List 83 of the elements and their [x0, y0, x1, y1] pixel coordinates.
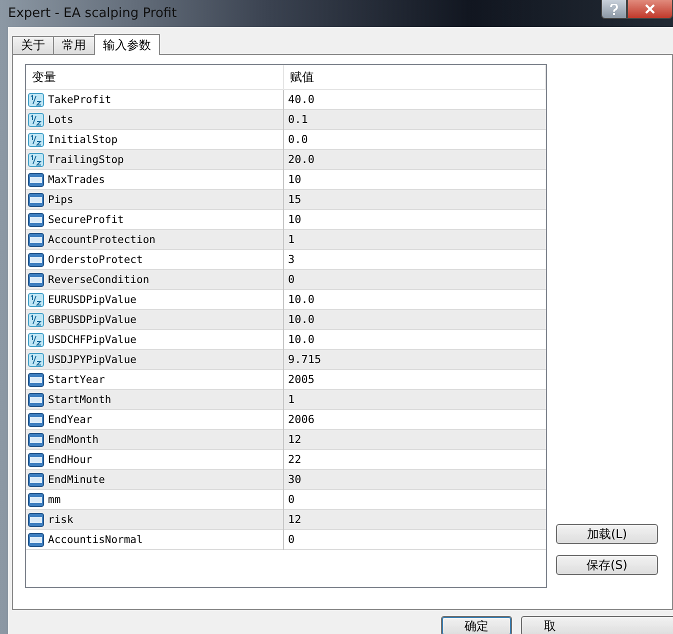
tab[interactable]: 常用	[53, 36, 95, 55]
integer-type-icon	[28, 493, 44, 507]
variable-name: EndMonth	[48, 434, 99, 446]
integer-type-icon	[28, 453, 44, 467]
value-cell[interactable]: 9.715	[284, 350, 546, 370]
value-cell[interactable]: 12	[284, 430, 546, 450]
close-button[interactable]	[627, 0, 673, 19]
integer-type-icon	[28, 433, 44, 447]
column-header[interactable]: 变量	[26, 65, 284, 89]
variable-name: USDCHFPipValue	[48, 334, 137, 346]
decimal-type-icon	[28, 313, 44, 327]
integer-type-icon	[28, 413, 44, 427]
value-cell[interactable]: 1	[284, 390, 546, 410]
variable-name: risk	[48, 514, 74, 526]
variable-name: EURUSDPipValue	[48, 294, 137, 306]
variable-name: TakeProfit	[48, 94, 112, 106]
column-header[interactable]: 赋值	[284, 65, 546, 89]
variable-name: Lots	[48, 114, 74, 126]
value-cell[interactable]: 10	[284, 210, 546, 230]
value-cell[interactable]: 20.0	[284, 150, 546, 170]
side-button[interactable]: 加载(L)	[556, 524, 658, 544]
integer-type-icon	[28, 473, 44, 487]
integer-type-icon	[28, 253, 44, 267]
value-cell[interactable]: 40.0	[284, 90, 546, 110]
variable-name: EndMinute	[48, 474, 105, 486]
help-icon	[610, 4, 618, 14]
decimal-type-icon	[28, 333, 44, 347]
variable-name: AccountisNormal	[48, 534, 143, 546]
decimal-type-icon	[28, 353, 44, 367]
variable-name: EndYear	[48, 414, 92, 426]
value-cell[interactable]: 0.1	[284, 110, 546, 130]
decimal-type-icon	[28, 293, 44, 307]
integer-type-icon	[28, 193, 44, 207]
tab[interactable]: 输入参数	[94, 34, 160, 55]
value-cell[interactable]: 15	[284, 190, 546, 210]
integer-type-icon	[28, 233, 44, 247]
value-cell[interactable]: 0	[284, 270, 546, 290]
close-icon	[645, 4, 655, 14]
integer-type-icon	[28, 513, 44, 527]
variable-name: TrailingStop	[48, 154, 124, 166]
help-button[interactable]	[601, 0, 627, 19]
decimal-type-icon	[28, 133, 44, 147]
variable-name: StartYear	[48, 374, 105, 386]
value-cell[interactable]: 22	[284, 450, 546, 470]
value-cell[interactable]: 3	[284, 250, 546, 270]
value-cell[interactable]: 10.0	[284, 290, 546, 310]
variable-name: SecureProfit	[48, 214, 124, 226]
value-cell[interactable]: 12	[284, 510, 546, 530]
variable-name: ReverseCondition	[48, 274, 150, 286]
value-cell[interactable]: 2005	[284, 370, 546, 390]
variable-name: InitialStop	[48, 134, 118, 146]
value-cell[interactable]: 10	[284, 170, 546, 190]
side-button[interactable]: 保存(S)	[556, 555, 658, 575]
variable-name: OrderstoProtect	[48, 254, 143, 266]
integer-type-icon	[28, 213, 44, 227]
variable-name: AccountProtection	[48, 234, 156, 246]
integer-type-icon	[28, 533, 44, 547]
decimal-type-icon	[28, 113, 44, 127]
variable-name: EndHour	[48, 454, 92, 466]
dialog-button[interactable]: 取	[521, 616, 673, 634]
value-cell[interactable]: 2006	[284, 410, 546, 430]
value-cell[interactable]: 0	[284, 530, 546, 550]
value-cell[interactable]: 10.0	[284, 310, 546, 330]
variable-name: MaxTrades	[48, 174, 105, 186]
value-cell[interactable]: 10.0	[284, 330, 546, 350]
variable-name: USDJPYPipValue	[48, 354, 137, 366]
variable-name: Pips	[48, 194, 74, 206]
value-cell[interactable]: 30	[284, 470, 546, 490]
dialog-button[interactable]: 确定	[441, 616, 512, 634]
integer-type-icon	[28, 373, 44, 387]
variable-name: StartMonth	[48, 394, 112, 406]
tab[interactable]: 关于	[12, 36, 54, 55]
integer-type-icon	[28, 393, 44, 407]
variable-name: mm	[48, 494, 61, 506]
decimal-type-icon	[28, 93, 44, 107]
value-cell[interactable]: 0	[284, 490, 546, 510]
decimal-type-icon	[28, 153, 44, 167]
integer-type-icon	[28, 173, 44, 187]
window-title: Expert - EA scalping Profit	[7, 5, 178, 23]
value-cell[interactable]: 0.0	[284, 130, 546, 150]
integer-type-icon	[28, 273, 44, 287]
variable-name: GBPUSDPipValue	[48, 314, 137, 326]
value-cell[interactable]: 1	[284, 230, 546, 250]
